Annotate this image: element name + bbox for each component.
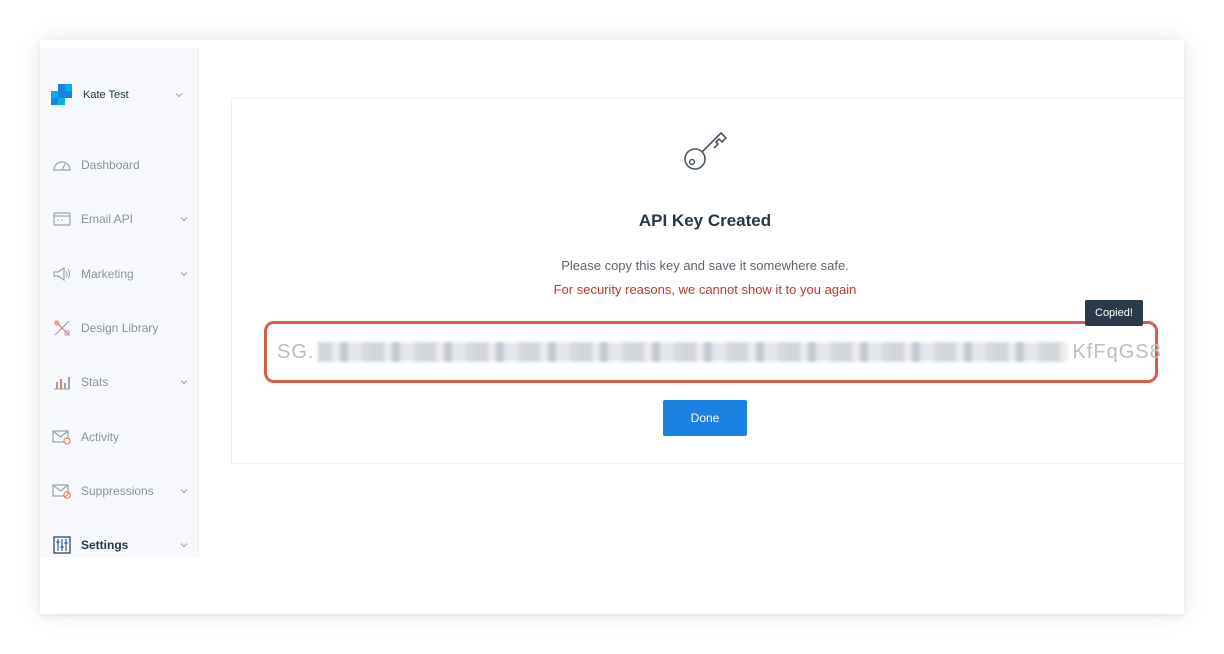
api-key-prefix: SG.	[277, 340, 315, 363]
activity-envelope-icon	[52, 428, 72, 446]
page-title: API Key Created	[638, 211, 772, 230]
sidebar-item-label: Email API	[81, 212, 134, 226]
sidebar-item-label: Design Library	[81, 321, 159, 335]
sidebar-item-suppressions[interactable]: Suppressions	[52, 479, 192, 503]
sidebar-item-label: Dashboard	[81, 158, 140, 172]
instruction-text: Please copy this key and save it somewhe…	[561, 258, 849, 273]
sidebar-item-marketing[interactable]: Marketing	[52, 262, 192, 286]
design-tools-icon	[52, 319, 72, 337]
sidebar-item-label: Suppressions	[81, 484, 154, 498]
sendgrid-logo-icon	[51, 84, 73, 106]
api-key-value[interactable]: SG. KfFqGS8	[277, 341, 1162, 364]
api-key-field[interactable]: SG. KfFqGS8	[264, 321, 1161, 383]
sidebar-item-settings[interactable]: Settings	[52, 533, 192, 557]
chevron-down-icon	[180, 217, 188, 222]
security-warning-text: For security reasons, we cannot show it …	[553, 282, 857, 297]
chevron-down-icon	[175, 93, 183, 98]
sidebar-item-label: Activity	[81, 430, 120, 444]
app-window: Kate Test Dashboard Email API Marketing	[40, 40, 1184, 614]
api-key-created-card: API Key Created Please copy this key and…	[231, 98, 1184, 464]
sidebar: Kate Test Dashboard Email API Marketing	[40, 48, 199, 557]
sidebar-item-stats[interactable]: Stats	[52, 370, 192, 394]
megaphone-icon	[52, 265, 72, 283]
key-icon	[684, 132, 727, 170]
sidebar-item-label: Marketing	[81, 267, 134, 281]
sidebar-item-design-library[interactable]: Design Library	[52, 316, 192, 340]
redacted-key-blur	[318, 342, 1069, 362]
sidebar-item-label: Stats	[81, 375, 109, 389]
copied-tooltip: Copied!	[1085, 300, 1143, 326]
sidebar-item-email-api[interactable]: Email API	[52, 207, 192, 231]
account-name: Kate Test	[83, 89, 129, 101]
chevron-down-icon	[180, 543, 188, 548]
account-switcher[interactable]: Kate Test	[51, 84, 191, 106]
chevron-down-icon	[180, 272, 188, 277]
done-button[interactable]: Done	[663, 400, 747, 436]
bar-chart-icon	[52, 373, 72, 391]
sidebar-item-activity[interactable]: Activity	[52, 425, 192, 449]
email-api-icon	[52, 210, 72, 228]
chevron-down-icon	[180, 380, 188, 385]
sidebar-item-label: Settings	[81, 538, 129, 552]
suppressions-envelope-icon	[52, 482, 72, 500]
chevron-down-icon	[180, 489, 188, 494]
settings-sliders-icon	[52, 536, 72, 554]
sidebar-item-dashboard[interactable]: Dashboard	[52, 153, 192, 177]
api-key-suffix: KfFqGS8	[1072, 340, 1162, 363]
dashboard-gauge-icon	[52, 156, 72, 174]
